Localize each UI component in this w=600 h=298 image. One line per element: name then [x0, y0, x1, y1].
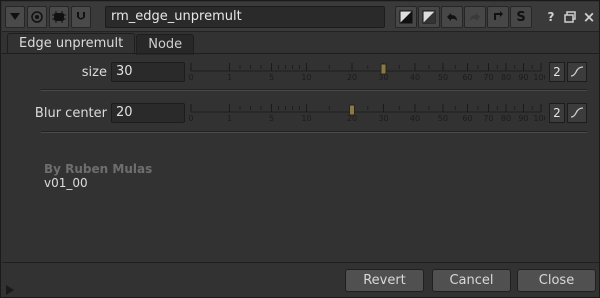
size-animation-curve-icon[interactable] [567, 62, 587, 82]
slider-tick-label: 90 [518, 73, 528, 82]
slider-handle [380, 63, 387, 75]
slider-tick-label: 80 [501, 73, 511, 82]
revert-button[interactable]: Revert [345, 269, 424, 292]
help-icon[interactable]: ? [543, 8, 559, 26]
undo-history-icon[interactable] [395, 6, 417, 28]
slider-tick-label: 60 [462, 114, 472, 123]
blur-center-label: Blur center [34, 106, 107, 121]
blur-center-views-button[interactable]: 2 [549, 103, 565, 123]
node-color-icon[interactable] [49, 6, 69, 28]
slider-tick-label: 70 [483, 73, 493, 82]
slider-tick-label: 30 [378, 114, 388, 123]
blur-center-input[interactable]: 20 [111, 103, 185, 123]
slider-tick-label: 40 [410, 73, 420, 82]
size-input[interactable]: 30 [111, 62, 185, 82]
knob-divider [41, 89, 587, 91]
slider-tick-label: 10 [301, 114, 311, 123]
blur-center-animation-curve-icon[interactable] [567, 103, 587, 123]
float-icon[interactable] [562, 8, 578, 26]
close-button[interactable]: Close [517, 269, 596, 292]
slider-tick-label: 1 [227, 73, 232, 82]
resize-grip-icon[interactable] [6, 284, 16, 295]
slider-tick-label: 70 [483, 114, 493, 123]
footer-divider [2, 262, 599, 263]
slider-tick-label: 40 [410, 114, 420, 123]
close-icon[interactable]: × [581, 8, 597, 26]
size-slider[interactable]: 015102030405060708090100 [189, 61, 545, 83]
slider-tick-label: 10 [301, 73, 311, 82]
author-credit: By Ruben Mulas [44, 162, 153, 176]
slider-tick-label: 5 [269, 114, 274, 123]
tab-bar: Edge unpremult Node [7, 33, 195, 55]
slider-tick-label: 50 [438, 73, 448, 82]
slider-tick-label: 20 [347, 73, 357, 82]
panel-titlebar: rm_edge_unpremult S ? × [2, 2, 599, 32]
slider-handle [349, 104, 355, 116]
S-icon[interactable]: S [510, 6, 532, 28]
slider-tick-label: 1 [227, 114, 232, 123]
tab-edge-unpremult[interactable]: Edge unpremult [7, 33, 136, 54]
slider-tick-label: 0 [189, 114, 194, 123]
properties-panel: rm_edge_unpremult S ? × Edge unpremult N… [0, 0, 600, 298]
slider-tick-label: 60 [462, 73, 472, 82]
size-label: size [81, 65, 107, 80]
collapse-triangle-icon[interactable] [5, 6, 25, 28]
slider-tick-label: 80 [501, 114, 511, 123]
undo-icon[interactable] [441, 6, 463, 28]
redo-icon[interactable] [464, 6, 486, 28]
slider-tick-label: 0 [189, 73, 194, 82]
tab-node[interactable]: Node [136, 34, 195, 55]
slider-tick-label: 100 [533, 114, 545, 123]
cancel-button[interactable]: Cancel [432, 269, 511, 292]
tab-underline [2, 53, 599, 54]
version-text: v01_00 [44, 176, 88, 190]
knob-divider [41, 131, 587, 133]
hide-input-icon[interactable] [71, 6, 91, 28]
reset-icon[interactable] [418, 6, 440, 28]
slider-tick-label: 50 [438, 114, 448, 123]
slider-tick-label: 90 [518, 114, 528, 123]
slider-tick-label: 5 [269, 73, 274, 82]
node-name-field[interactable]: rm_edge_unpremult [105, 6, 385, 28]
slider-tick-label: 100 [533, 73, 545, 82]
center-node-icon[interactable] [27, 6, 47, 28]
size-views-button[interactable]: 2 [549, 62, 565, 82]
blur-center-slider[interactable]: 015102030405060708090100 [189, 102, 545, 124]
revert-icon[interactable] [487, 6, 509, 28]
